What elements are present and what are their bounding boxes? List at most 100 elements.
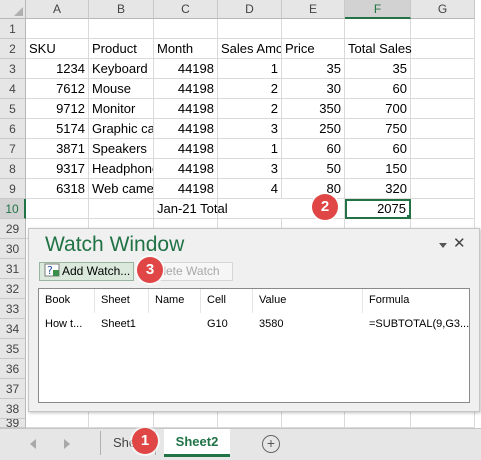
col-header-cell[interactable]: Cell [201,289,253,313]
row-header[interactable]: 35 [0,339,26,359]
cell[interactable] [89,199,154,219]
cell[interactable] [154,19,218,39]
row-header[interactable]: 36 [0,359,26,379]
cell[interactable] [345,410,411,428]
data-cell[interactable]: 5174 [26,119,89,139]
row-header[interactable]: 29 [0,219,26,239]
header-cell-total-sales[interactable]: Total Sales [345,39,412,59]
data-cell[interactable]: 7612 [26,79,89,99]
col-header-name[interactable]: Name [149,289,201,313]
data-cell[interactable]: 1234 [26,59,89,79]
data-cell[interactable]: 30 [282,79,345,99]
data-cell[interactable]: 700 [345,99,411,119]
data-cell[interactable]: 60 [282,139,345,159]
data-cell[interactable]: 250 [282,119,345,139]
data-cell[interactable]: 80 [282,179,345,199]
cell[interactable] [26,410,89,428]
watch-entry-name[interactable] [149,313,155,335]
row-header[interactable]: 37 [0,379,26,399]
row-header[interactable]: 34 [0,319,26,339]
data-cell[interactable]: 350 [282,99,345,119]
data-cell[interactable]: 320 [345,179,411,199]
cell[interactable] [218,199,282,219]
row-header[interactable]: 3 [0,59,26,79]
row-header[interactable]: 32 [0,279,26,299]
cell[interactable] [89,410,154,428]
data-cell[interactable]: Monitor [89,99,154,119]
col-header-value[interactable]: Value [253,289,363,313]
cell[interactable] [411,410,475,428]
data-cell[interactable]: 44198 [154,159,218,179]
row-header[interactable]: 10 [0,199,26,219]
watch-list[interactable]: Book Sheet Name Cell Value Formula How t… [38,288,470,403]
data-cell[interactable]: 3 [218,159,282,179]
data-cell[interactable]: 44198 [154,139,218,159]
cell[interactable] [26,19,89,39]
dropdown-arrow-icon[interactable] [439,243,447,248]
data-cell[interactable]: Mouse [89,79,154,99]
scroll-left-icon[interactable] [30,439,36,449]
cell[interactable] [154,410,218,428]
cell[interactable] [411,199,475,219]
column-header-c[interactable]: C [154,0,218,19]
row-header[interactable]: 4 [0,79,26,99]
row-header[interactable]: 38 [0,399,26,419]
column-header-b[interactable]: B [89,0,154,19]
column-header-a[interactable]: A [26,0,89,19]
row-header[interactable]: 2 [0,39,26,59]
watch-entry-book[interactable]: How t... [39,313,82,335]
header-cell-product[interactable]: Product [89,39,154,59]
column-header-d[interactable]: D [218,0,282,19]
col-header-formula[interactable]: Formula [363,289,469,313]
row-header[interactable]: 33 [0,299,26,319]
row-header[interactable]: 9 [0,179,26,199]
col-header-sheet[interactable]: Sheet [95,289,149,313]
data-cell[interactable]: 44198 [154,59,218,79]
data-cell[interactable]: 50 [282,159,345,179]
data-cell[interactable]: 35 [282,59,345,79]
data-cell[interactable]: 44198 [154,119,218,139]
data-cell[interactable]: 44198 [154,99,218,119]
row-header[interactable]: 6 [0,119,26,139]
data-cell[interactable]: 4 [218,179,282,199]
cell[interactable] [282,19,345,39]
cell[interactable] [411,139,475,159]
data-cell[interactable]: 60 [345,139,411,159]
data-cell[interactable]: 44198 [154,179,218,199]
data-cell[interactable]: 1 [218,139,282,159]
data-cell[interactable]: 3871 [26,139,89,159]
cell[interactable] [282,410,345,428]
data-cell[interactable]: 35 [345,59,411,79]
data-cell[interactable]: 2 [218,79,282,99]
total-label-cell[interactable]: Jan-21 Total [154,199,228,219]
data-cell[interactable]: Speakers [89,139,154,159]
row-header[interactable]: 39 [0,419,26,428]
cell[interactable] [89,19,154,39]
cell[interactable] [411,159,475,179]
select-all-corner[interactable] [0,0,26,19]
add-sheet-icon[interactable]: + [262,435,280,453]
watch-entry-formula[interactable]: =SUBTOTAL(9,G3... [363,313,469,335]
cell[interactable] [218,19,282,39]
row-header[interactable]: 5 [0,99,26,119]
data-cell[interactable]: 3 [218,119,282,139]
data-cell[interactable]: 1 [218,59,282,79]
column-header-f[interactable]: F [345,0,411,19]
data-cell[interactable]: 44198 [154,79,218,99]
cell[interactable] [411,39,475,59]
row-header[interactable]: 30 [0,239,26,259]
header-cell-month[interactable]: Month [154,39,218,59]
cell[interactable] [26,199,89,219]
col-header-book[interactable]: Book [39,289,95,313]
close-icon[interactable]: ✕ [453,234,466,252]
header-cell-sku[interactable]: SKU [26,39,89,59]
total-value-cell[interactable]: 2075 [345,199,411,219]
column-header-g[interactable]: G [411,0,475,19]
watch-window[interactable]: Watch Window ✕ ? Add Watch... Delete Wat… [28,228,480,412]
row-header[interactable]: 31 [0,259,26,279]
row-header[interactable]: 7 [0,139,26,159]
watch-entry-sheet[interactable]: Sheet1 [95,313,136,335]
cell[interactable] [411,119,475,139]
data-cell[interactable]: 9317 [26,159,89,179]
tab-sheet2[interactable]: Sheet2 [164,429,230,457]
